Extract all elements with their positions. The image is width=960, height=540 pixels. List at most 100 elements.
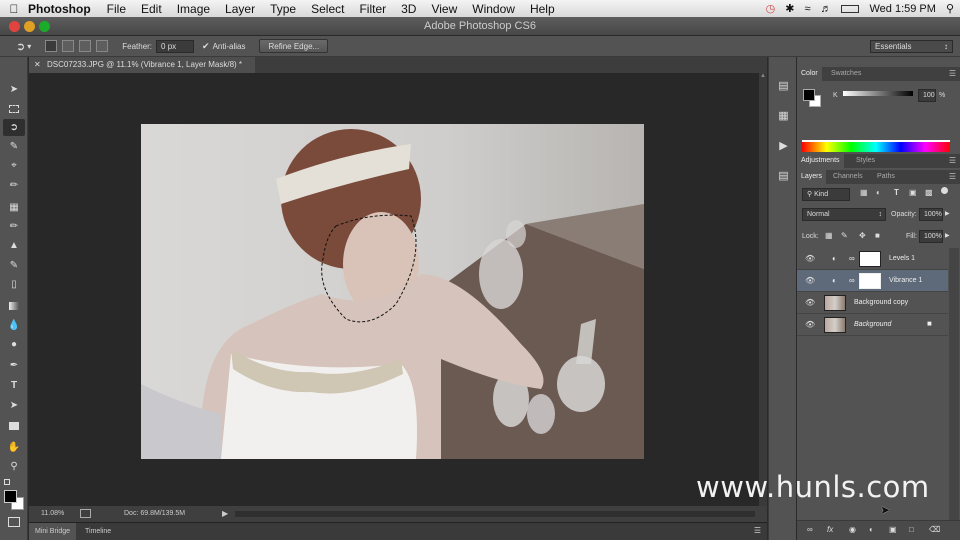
menu-type[interactable]: Type [270, 2, 296, 16]
layer-thumbnail[interactable] [824, 317, 846, 333]
foreground-color-swatch[interactable] [4, 490, 17, 503]
visibility-eye-icon[interactable]: 👁 [805, 298, 815, 307]
vertical-scrollbar[interactable]: ▲ [759, 73, 767, 506]
link-layers-icon[interactable]: ∞ [807, 525, 813, 534]
filter-smart-object-icon[interactable]: ▩ [925, 188, 933, 197]
new-group-icon[interactable]: ▣ [889, 525, 897, 534]
layer-vibrance-1[interactable]: 👁 ◐ ∞ Vibrance 1 [797, 270, 948, 292]
type-tool-icon[interactable]: T [3, 377, 25, 394]
layer-levels-1[interactable]: 👁 ◐ ∞ Levels 1 [797, 248, 948, 270]
menu-3d[interactable]: 3D [401, 2, 416, 16]
chain-link-icon[interactable]: ∞ [849, 276, 855, 285]
tab-styles[interactable]: Styles [852, 154, 879, 168]
tab-mini-bridge[interactable]: Mini Bridge [29, 523, 77, 540]
visibility-eye-icon[interactable]: 👁 [805, 254, 815, 263]
add-to-selection-button[interactable] [62, 40, 75, 52]
blur-tool-icon[interactable]: 💧 [3, 317, 25, 334]
new-layer-icon[interactable]: □ [909, 525, 914, 534]
refine-edge-button[interactable]: Refine Edge... [259, 39, 329, 53]
document-image[interactable] [141, 124, 644, 459]
visibility-eye-icon[interactable]: 👁 [805, 276, 815, 285]
tab-color[interactable]: Color [797, 67, 822, 81]
menu-file[interactable]: File [107, 2, 126, 16]
tab-paths[interactable]: Paths [873, 170, 899, 184]
layer-name[interactable]: Levels 1 [889, 255, 915, 262]
document-size-info[interactable]: Doc: 69.8M/139.5M [124, 510, 185, 517]
time-machine-icon[interactable]: ◷ [766, 2, 776, 15]
layer-name[interactable]: Background [854, 321, 891, 328]
lock-image-icon[interactable]: ✎ [841, 231, 848, 240]
path-selection-tool-icon[interactable]: ➤ [3, 397, 25, 414]
tab-timeline[interactable]: Timeline [85, 523, 111, 540]
horizontal-scrollbar[interactable] [235, 511, 755, 517]
status-preview-icon[interactable] [80, 509, 91, 518]
opacity-input[interactable]: 100% [919, 208, 943, 221]
k-value-input[interactable]: 100 [918, 89, 936, 102]
subtract-from-selection-button[interactable] [79, 40, 92, 52]
eraser-tool-icon[interactable]: ▯ [3, 276, 25, 293]
menu-layer[interactable]: Layer [225, 2, 255, 16]
actions-panel-icon[interactable]: ▶ [775, 137, 792, 154]
zoom-tool-icon[interactable]: ⚲ [3, 458, 25, 475]
app-menu[interactable]: Photoshop [28, 2, 91, 16]
preset-dropdown-arrow-icon[interactable]: ▾ [27, 42, 31, 51]
add-mask-icon[interactable]: ◉ [849, 525, 856, 534]
hand-tool-icon[interactable]: ✋ [3, 439, 25, 456]
color-foreground-swatch[interactable] [803, 89, 815, 101]
menu-window[interactable]: Window [472, 2, 515, 16]
lock-transparent-icon[interactable]: ▦ [825, 231, 833, 240]
document-tab[interactable]: ✕ DSC07233.JPG @ 11.1% (Vibrance 1, Laye… [29, 57, 255, 73]
dodge-tool-icon[interactable]: ● [3, 336, 25, 353]
gradient-tool-icon[interactable] [3, 297, 25, 314]
scroll-up-arrow-icon[interactable]: ▲ [760, 73, 766, 79]
menu-image[interactable]: Image [177, 2, 210, 16]
default-colors-icon[interactable] [4, 479, 10, 485]
new-adjustment-layer-icon[interactable]: ◐ [869, 525, 874, 534]
adjustments-panel-menu-icon[interactable]: ☰ [949, 156, 956, 165]
chain-link-icon[interactable]: ∞ [849, 254, 855, 263]
new-selection-button[interactable] [45, 40, 58, 52]
lock-position-icon[interactable]: ✥ [859, 231, 866, 240]
clock[interactable]: Wed 1:59 PM [869, 3, 935, 15]
lasso-tool-icon[interactable]: ➲ [3, 119, 25, 136]
close-document-icon[interactable]: ✕ [34, 57, 41, 73]
layer-mask-thumbnail[interactable] [859, 251, 881, 267]
navigator-panel-icon[interactable]: ▤ [775, 167, 792, 184]
rectangle-tool-icon[interactable] [3, 417, 25, 434]
menu-help[interactable]: Help [530, 2, 555, 16]
workspace-switcher[interactable]: Essentials ↕ [870, 39, 953, 53]
layers-scrollbar[interactable] [949, 248, 959, 520]
history-brush-tool-icon[interactable]: ✎ [3, 257, 25, 274]
status-menu-arrow-icon[interactable]: ▶ [222, 509, 228, 518]
feather-input[interactable]: 0 px [156, 39, 195, 53]
layer-name[interactable]: Vibrance 1 [889, 277, 922, 284]
marquee-tool-icon[interactable] [3, 100, 25, 117]
quick-mask-icon[interactable] [8, 517, 20, 527]
menu-filter[interactable]: Filter [359, 2, 386, 16]
battery-icon[interactable] [841, 4, 860, 13]
layer-style-icon[interactable]: fx [827, 525, 833, 534]
filter-pixel-icon[interactable]: ▦ [860, 188, 868, 197]
menu-edit[interactable]: Edit [141, 2, 162, 16]
pen-tool-icon[interactable]: ✒ [3, 357, 25, 374]
lasso-tool-preset-icon[interactable]: ➲ [16, 40, 25, 53]
layer-background[interactable]: 👁 Background ■ [797, 314, 948, 336]
menu-select[interactable]: Select [311, 2, 344, 16]
quick-selection-tool-icon[interactable]: ✎ [3, 138, 25, 155]
delete-layer-icon[interactable]: ⌫ [929, 525, 940, 534]
tab-layers[interactable]: Layers [797, 170, 827, 184]
fill-arrow-icon[interactable]: ▶ [945, 232, 950, 239]
layer-background-copy[interactable]: 👁 Background copy [797, 292, 948, 314]
wifi-icon[interactable]: ≈ [804, 3, 810, 15]
intersect-selection-button[interactable] [96, 40, 109, 52]
filter-type-icon[interactable]: T [894, 188, 899, 197]
volume-icon[interactable]: ♬ [820, 3, 831, 15]
zoom-level[interactable]: 11.08% [41, 510, 64, 517]
anti-alias-checkbox[interactable]: ✔ [202, 41, 210, 52]
opacity-arrow-icon[interactable]: ▶ [945, 210, 950, 217]
color-spectrum-bar[interactable] [802, 140, 950, 152]
bluetooth-icon[interactable]: ✱ [785, 2, 794, 15]
panel-menu-icon[interactable]: ☰ [754, 526, 761, 535]
tab-channels[interactable]: Channels [829, 170, 867, 184]
layer-mask-thumbnail[interactable] [859, 273, 881, 289]
